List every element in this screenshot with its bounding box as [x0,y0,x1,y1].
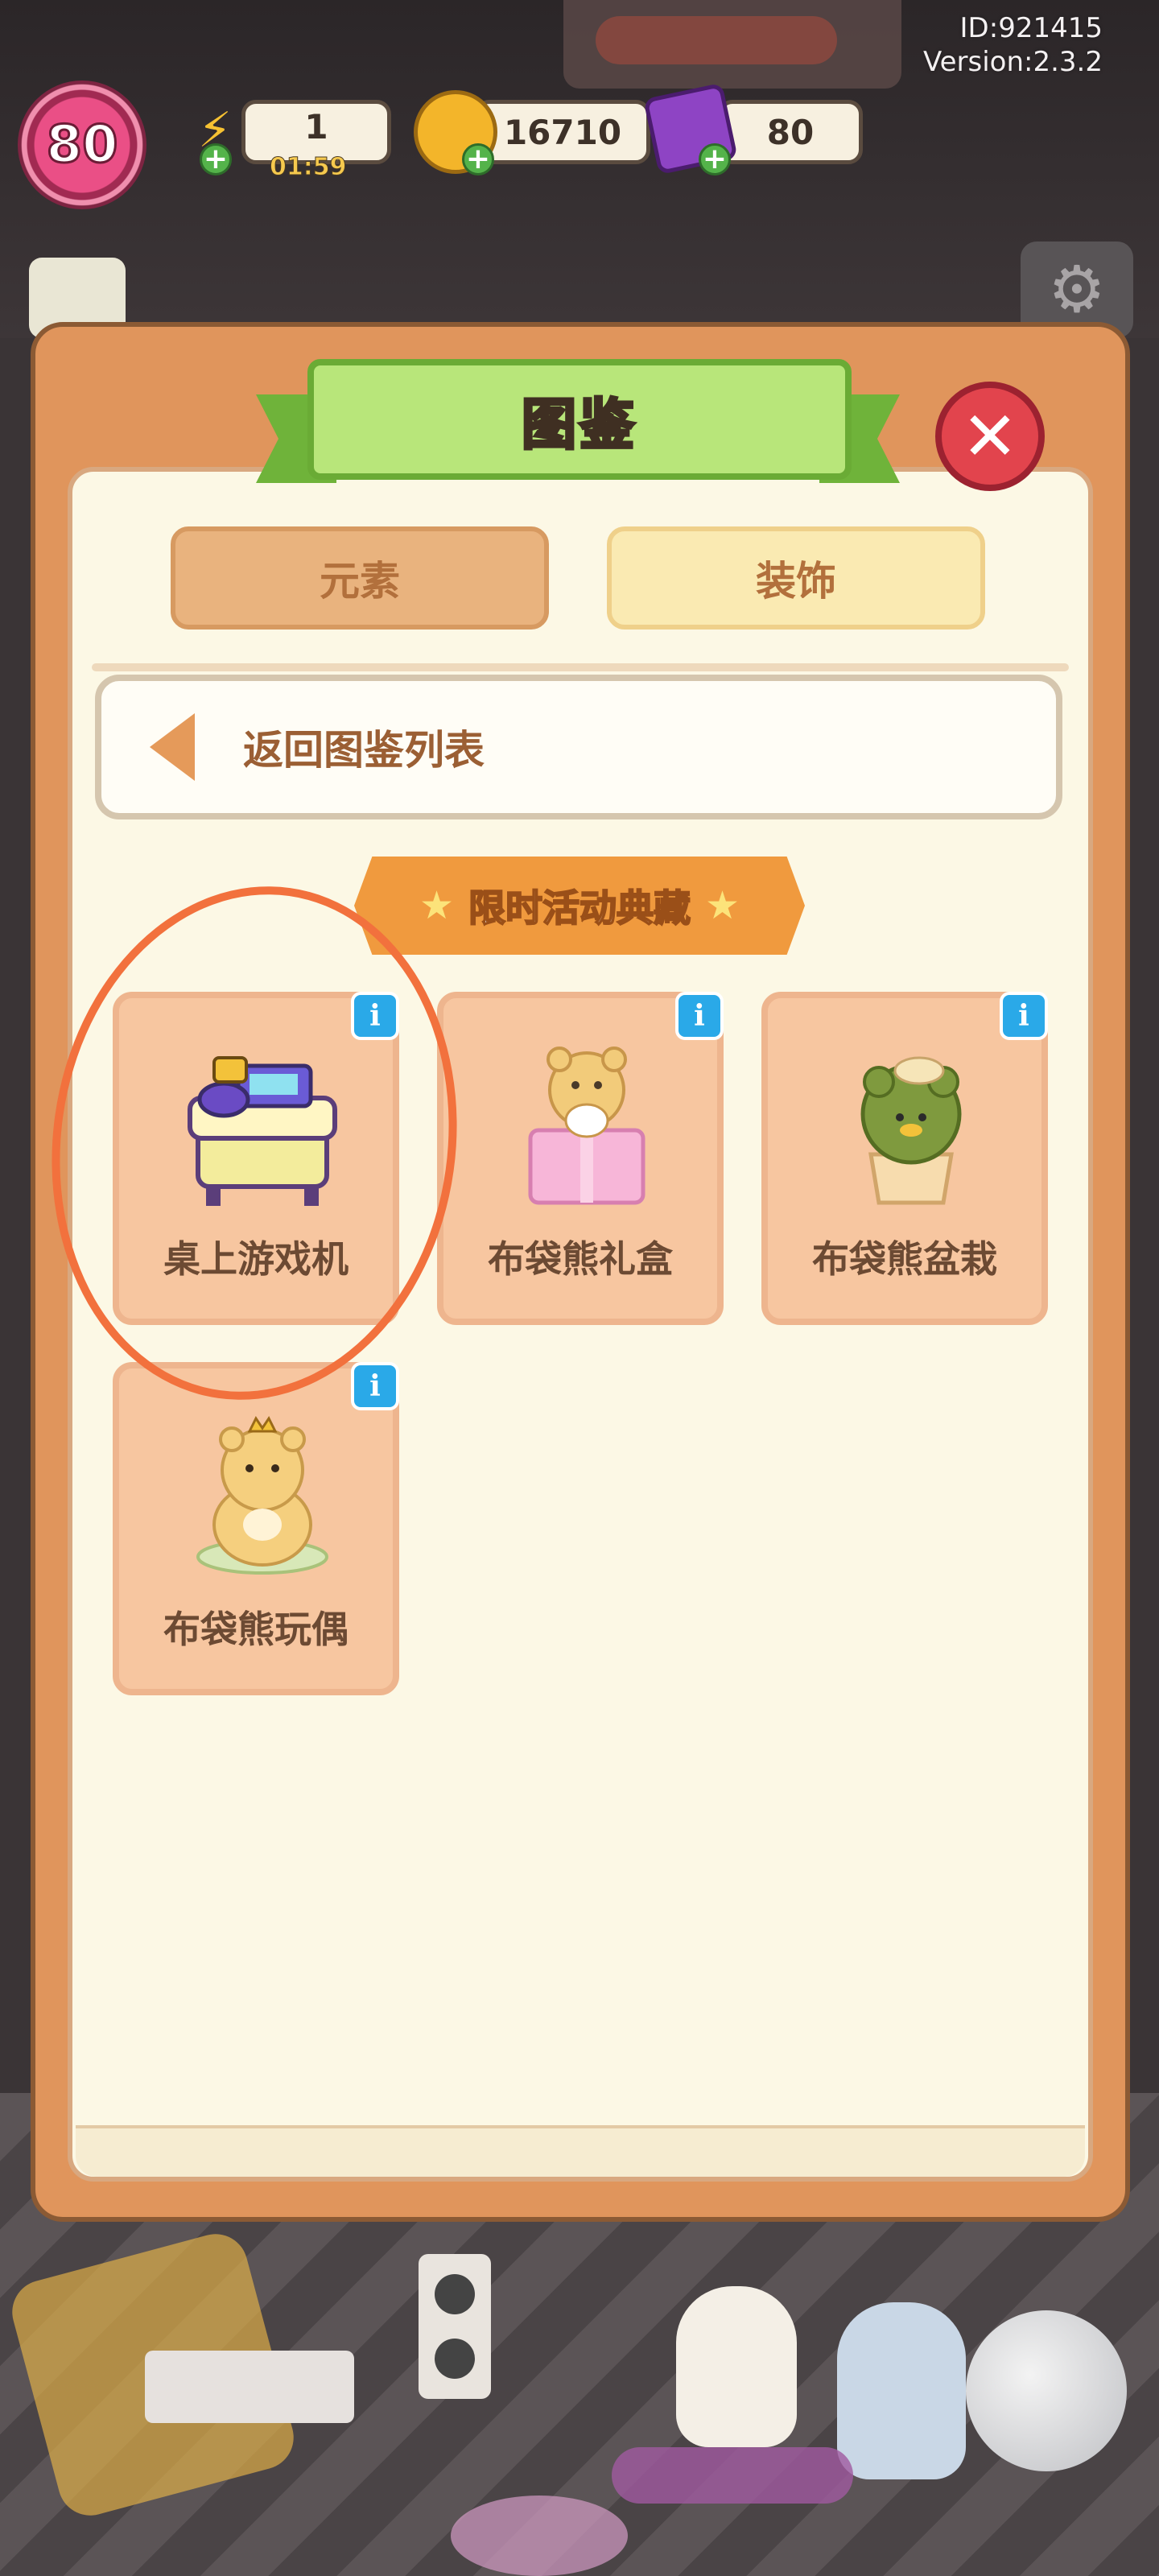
background-penguin-character [837,2302,966,2479]
tab-divider [92,663,1069,671]
bear-plush-icon [182,1404,343,1581]
coin-value: 16710 [503,112,622,152]
background-rug [451,2496,628,2576]
bear-gift-box-icon [506,1034,667,1211]
item-name: 布袋熊盆栽 [812,1237,997,1281]
gem-value: 80 [766,112,815,152]
tab-decorations[interactable]: 装饰 [607,526,985,630]
star-icon: ★ [705,883,740,928]
back-to-collection-list-button[interactable]: 返回图鉴列表 [95,675,1062,819]
info-icon[interactable]: i [675,992,724,1040]
bear-bonsai-icon [831,1034,992,1211]
item-name: 布袋熊礼盒 [488,1237,673,1281]
tab-elements-label: 元素 [320,558,400,605]
collection-item-card[interactable]: i 布袋熊盆栽 [761,992,1048,1325]
collection-item-card[interactable]: i 布袋熊礼盒 [437,992,724,1325]
section-ribbon: ★ 限时活动典藏 ★ [354,857,805,955]
tabletop-game-console-icon [182,1034,343,1211]
close-button[interactable]: ✕ [935,382,1045,491]
coin-counter[interactable]: 16710 [475,100,650,164]
tab-decorations-label: 装饰 [756,558,836,605]
add-gems-button[interactable]: + [699,143,731,175]
background-crystal-ball [966,2310,1127,2471]
add-coins-button[interactable]: + [462,143,494,175]
collection-item-card[interactable]: i 布袋熊玩偶 [113,1362,399,1695]
info-icon[interactable]: i [351,992,399,1040]
item-name: 布袋熊玩偶 [163,1608,349,1651]
add-energy-button[interactable]: + [200,143,232,175]
info-icon[interactable]: i [1000,992,1048,1040]
tab-elements[interactable]: 元素 [171,526,549,630]
level-badge[interactable]: 80 [18,80,146,209]
panel-bottom-edge [76,2125,1085,2177]
back-arrow-icon [150,713,195,781]
back-label: 返回图鉴列表 [243,727,485,774]
background-duck-character [676,2286,797,2447]
gem-counter[interactable]: 80 [718,100,863,164]
energy-timer: 01:59 [270,153,347,182]
build-info: ID:921415 Version:2.3.2 [923,11,1103,79]
item-name: 桌上游戏机 [163,1237,349,1281]
level-value: 80 [45,114,119,176]
version-label: Version:2.3.2 [923,46,1103,78]
modal-title: 图鉴 [520,392,637,459]
star-icon: ★ [419,883,454,928]
player-id: ID:921415 [959,12,1103,44]
background-speaker [419,2254,491,2399]
section-title: 限时活动典藏 [468,886,691,931]
close-icon: ✕ [961,397,1019,476]
background-table [145,2351,354,2423]
background-mat [612,2447,853,2504]
modal-title-banner: 图鉴 [307,359,852,480]
background-sign-decoration [596,16,837,64]
collection-item-card[interactable]: i 桌上游戏机 [113,992,399,1325]
energy-value: 1 [304,106,328,147]
info-icon[interactable]: i [351,1362,399,1410]
